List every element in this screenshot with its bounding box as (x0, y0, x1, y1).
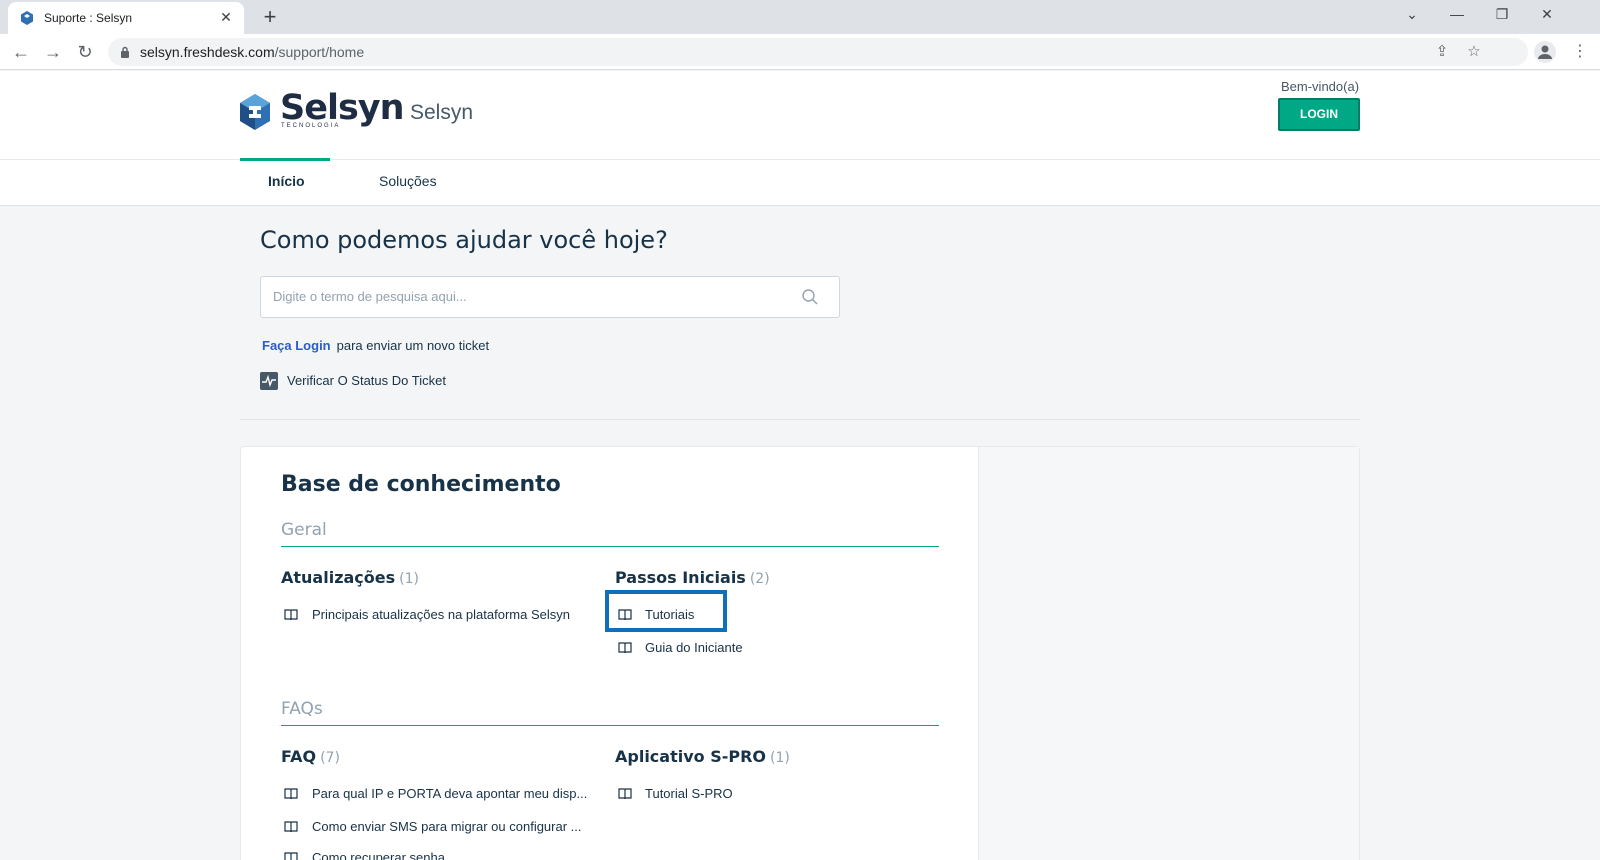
login-prompt-suffix: para enviar um novo ticket (336, 338, 490, 353)
book-icon (284, 821, 298, 833)
folder-count: (2) (749, 571, 770, 587)
share-icon[interactable]: ⇪ (1432, 42, 1452, 62)
profile-avatar-icon[interactable] (1534, 41, 1556, 63)
reload-icon[interactable]: ↻ (73, 40, 97, 64)
book-icon (284, 788, 298, 800)
knowledge-base-sidebar (978, 447, 1359, 860)
login-link[interactable]: Faça Login (262, 338, 331, 353)
new-tab-button[interactable]: + (258, 4, 282, 30)
book-icon (284, 852, 298, 860)
folder-count: (1) (399, 571, 419, 587)
bookmark-star-icon[interactable]: ☆ (1464, 42, 1484, 62)
folder-aplicativo-s-pro[interactable]: Aplicativo S-PRO (1) (615, 747, 790, 766)
tab-inicio[interactable]: Início (268, 173, 305, 189)
folder-passos-iniciais[interactable]: Passos Iniciais (2) (615, 568, 770, 587)
folder-count: (1) (770, 750, 790, 766)
portal-name[interactable]: Selsyn (410, 101, 473, 125)
back-icon[interactable]: ← (9, 40, 33, 64)
login-button[interactable]: LOGIN (1278, 98, 1360, 131)
search-icon[interactable] (801, 288, 819, 306)
lock-icon (121, 46, 129, 58)
article-link[interactable]: Principais atualizações na plataforma Se… (312, 607, 570, 622)
check-ticket-status-link[interactable]: Verificar O Status Do Ticket (287, 373, 446, 388)
folder-atualizacoes[interactable]: Atualizações (1) (281, 568, 419, 587)
logo-wordmark[interactable]: Selsyn (280, 88, 405, 128)
pulse-icon[interactable] (260, 372, 278, 390)
article-link[interactable]: Guia do Iniciante (645, 640, 743, 655)
folder-name: Aplicativo S-PRO (615, 747, 767, 766)
folder-name: Passos Iniciais (615, 568, 746, 587)
book-icon (284, 609, 298, 621)
tab-title: Suporte : Selsyn (44, 11, 133, 25)
browser-toolbar: ← → ↻ selsyn.freshdesk.com/support/home … (0, 34, 1600, 70)
tab-search-icon[interactable]: ⌄ (1400, 6, 1424, 26)
browser-tab-bar: Suporte : Selsyn ✕ + ⌄ — ❐ ✕ (0, 0, 1600, 34)
category-faqs[interactable]: FAQs (281, 699, 323, 719)
tab-close-icon[interactable]: ✕ (218, 9, 234, 25)
url-host: selsyn.freshdesk.com (140, 44, 275, 60)
page-title: Como podemos ajudar você hoje? (260, 226, 668, 254)
folder-faq[interactable]: FAQ (7) (281, 747, 340, 766)
minimize-icon[interactable]: — (1445, 6, 1469, 26)
browser-tab[interactable]: Suporte : Selsyn ✕ (8, 2, 244, 34)
category-underline (281, 725, 939, 726)
folder-name: Atualizações (281, 568, 396, 587)
browser-menu-icon[interactable]: ⋮ (1572, 40, 1588, 64)
close-window-icon[interactable]: ✕ (1535, 6, 1559, 26)
url-path: /support/home (274, 44, 365, 60)
article-link[interactable]: Para qual IP e PORTA deva apontar meu di… (312, 786, 587, 801)
folder-name: FAQ (281, 747, 317, 766)
person-icon (1538, 45, 1552, 59)
selsyn-favicon-icon (21, 11, 33, 25)
category-underline (281, 546, 939, 547)
active-tab-indicator (240, 158, 330, 161)
portal-nav: Início Soluções (0, 158, 1600, 206)
welcome-text: Bem-vindo(a) (1281, 79, 1360, 94)
logo-subtext: TECNOLOGIA (281, 123, 341, 129)
restore-icon[interactable]: ❐ (1490, 6, 1514, 26)
book-icon (618, 642, 632, 654)
login-prompt: Faça Login para enviar um novo ticket (262, 338, 489, 353)
search-placeholder: Digite o termo de pesquisa aqui... (273, 289, 467, 304)
article-link[interactable]: Como enviar SMS para migrar ou configura… (312, 819, 582, 834)
category-geral[interactable]: Geral (281, 520, 327, 540)
article-link[interactable]: Tutorial S-PRO (645, 786, 733, 801)
selsyn-logo-icon[interactable] (239, 94, 271, 130)
tab-solucoes[interactable]: Soluções (379, 173, 437, 189)
knowledge-base-title: Base de conhecimento (281, 472, 561, 497)
site-header: Selsyn TECNOLOGIA Selsyn Bem-vindo(a) LO… (0, 71, 1600, 160)
article-link[interactable]: Como recuperar senha (312, 850, 445, 860)
folder-count: (7) (320, 750, 340, 766)
address-bar[interactable]: selsyn.freshdesk.com/support/home ⇪ ☆ (108, 38, 1528, 66)
url-text: selsyn.freshdesk.com/support/home (140, 44, 364, 60)
search-input[interactable]: Digite o termo de pesquisa aqui... (260, 276, 840, 318)
divider (240, 419, 1360, 420)
forward-icon[interactable]: → (41, 40, 65, 64)
book-icon (618, 788, 632, 800)
highlight-box (605, 590, 727, 632)
